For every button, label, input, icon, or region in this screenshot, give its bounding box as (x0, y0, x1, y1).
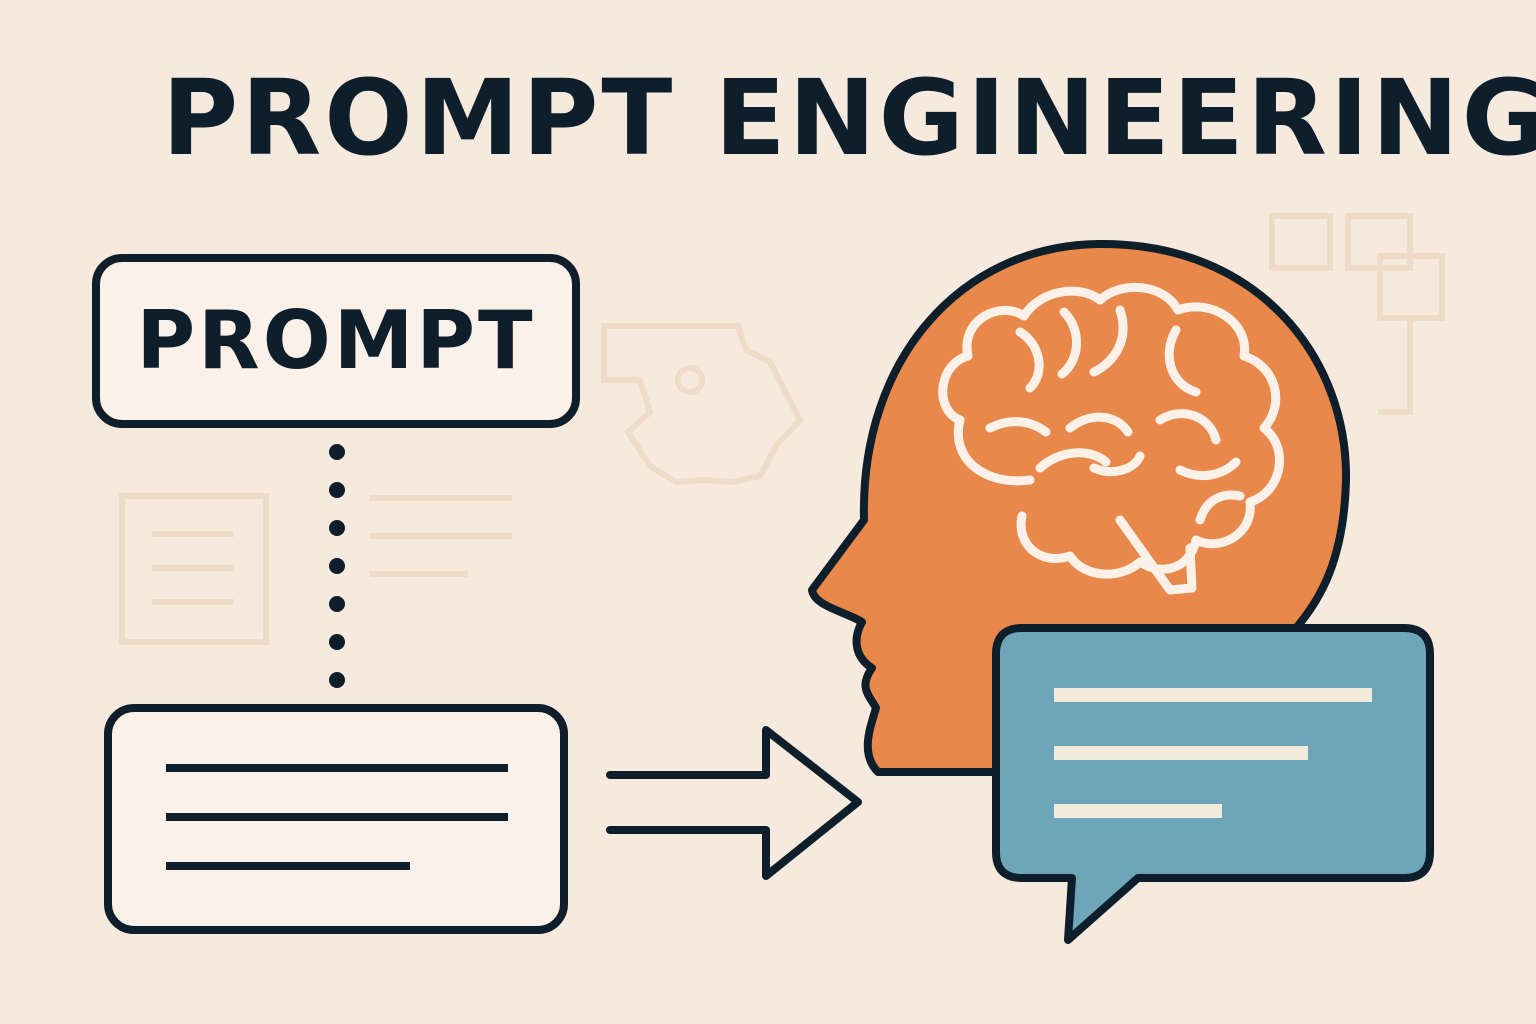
faint-text-lines (370, 495, 512, 577)
page-title: PROMPT ENGINEERING (162, 57, 1536, 179)
diagram-canvas: PROMPT ENGINEERING PROMPT (0, 0, 1536, 1024)
prompt-box: PROMPT (92, 254, 580, 428)
dotted-connector (329, 444, 345, 688)
speech-bubble-icon (992, 624, 1434, 944)
document-icon (119, 493, 269, 645)
prompt-label: PROMPT (136, 294, 536, 387)
text-input-box (104, 704, 568, 934)
gear-icon (601, 323, 804, 486)
arrow-right-icon (606, 726, 862, 880)
